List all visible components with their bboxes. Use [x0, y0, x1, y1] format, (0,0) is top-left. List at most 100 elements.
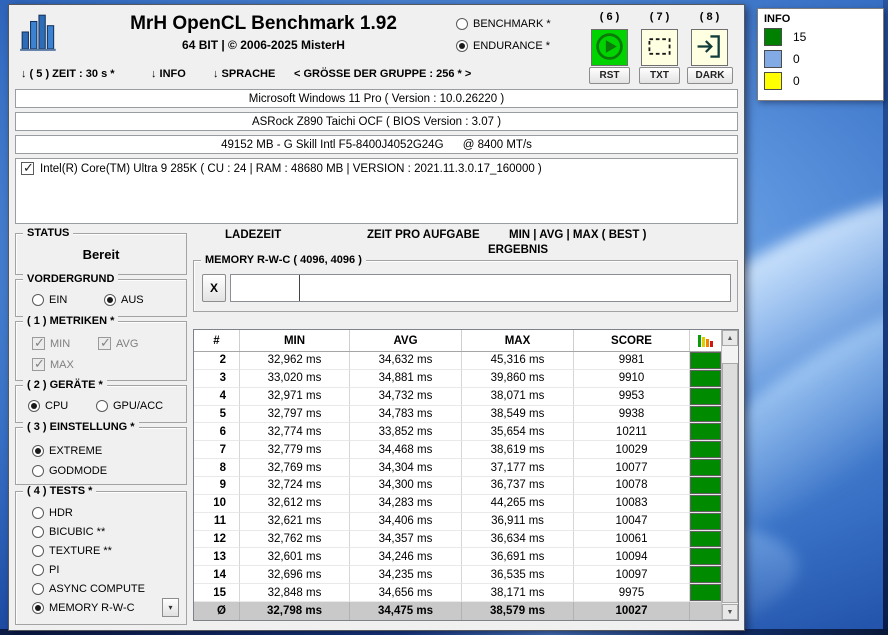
app-subtitle: 64 BIT | © 2006-2025 MisterH: [182, 38, 345, 52]
radio-icon: [456, 18, 468, 30]
extreme-radio[interactable]: EXTREME: [32, 445, 102, 457]
cell-rank: 10: [194, 494, 240, 513]
test-texture-radio[interactable]: TEXTURE **: [32, 545, 112, 557]
results-table: # MIN AVG MAX SCORE 2 32,962 ms 34,632 m…: [193, 329, 739, 621]
scroll-down-button[interactable]: ▼: [722, 604, 738, 620]
cell-status: [690, 584, 721, 603]
arrow-up-icon: ▲: [726, 334, 734, 342]
header-score[interactable]: SCORE: [574, 330, 690, 351]
vordergrund-aus-radio[interactable]: AUS: [104, 294, 144, 306]
cell-status: [690, 369, 721, 388]
cell-max: 36,535 ms: [462, 566, 574, 585]
header-avg[interactable]: AVG: [350, 330, 462, 351]
scroll-up-button[interactable]: ▲: [722, 330, 738, 346]
txt-export-button[interactable]: [641, 29, 678, 66]
header-rank[interactable]: #: [194, 330, 240, 351]
table-row[interactable]: 14 32,696 ms 34,235 ms 36,535 ms 10097: [194, 566, 721, 585]
header-max[interactable]: MAX: [462, 330, 574, 351]
einstellung-group-legend: ( 3 ) EINSTELLUNG *: [23, 421, 139, 434]
cell-max: 36,911 ms: [462, 512, 574, 531]
gpu-acc-radio[interactable]: GPU/ACC: [96, 400, 163, 412]
cell-max: 36,634 ms: [462, 530, 574, 549]
radio-icon: [32, 564, 44, 576]
cell-score: 9938: [574, 405, 690, 424]
cell-score: 9953: [574, 387, 690, 406]
info-counter: 0: [764, 50, 877, 68]
cell-status: [690, 459, 721, 478]
table-row[interactable]: 5 32,797 ms 34,783 ms 38,549 ms 9938: [194, 405, 721, 424]
cell-min: 32,769 ms: [240, 459, 350, 478]
vordergrund-ein-radio[interactable]: EIN: [32, 294, 67, 306]
cell-score: 9910: [574, 369, 690, 388]
aus-label: AUS: [121, 294, 144, 306]
status-cell-fill: [690, 494, 721, 512]
table-row[interactable]: 8 32,769 ms 34,304 ms 37,177 ms 10077: [194, 459, 721, 478]
table-row[interactable]: 4 32,971 ms 34,732 ms 38,071 ms 9953: [194, 387, 721, 406]
toolbar-info[interactable]: ↓ INFO: [151, 68, 186, 80]
table-row[interactable]: 6 32,774 ms 33,852 ms 35,654 ms 10211: [194, 423, 721, 442]
header-status[interactable]: [690, 330, 721, 351]
table-row[interactable]: 12 32,762 ms 34,357 ms 36,634 ms 10061: [194, 530, 721, 549]
dark-button[interactable]: DARK: [687, 67, 733, 84]
ergebnis-label: ERGEBNIS: [488, 244, 549, 256]
dark-mode-button[interactable]: [691, 29, 728, 66]
test-async-compute-radio[interactable]: ASYNC COMPUTE: [32, 583, 145, 595]
table-row[interactable]: 3 33,020 ms 34,881 ms 39,860 ms 9910: [194, 369, 721, 388]
cpu-radio[interactable]: CPU: [28, 400, 68, 412]
status-value: Bereit: [82, 247, 120, 262]
cell-avg: 33,852 ms: [350, 423, 462, 442]
cell-max: 38,171 ms: [462, 584, 574, 603]
header-min[interactable]: MIN: [240, 330, 350, 351]
cell-status: [690, 512, 721, 531]
vordergrund-group: VORDERGRUND EIN AUS: [15, 273, 187, 317]
cell-min: 32,601 ms: [240, 548, 350, 567]
table-row[interactable]: 7 32,779 ms 34,468 ms 38,619 ms 10029: [194, 441, 721, 460]
checkbox-icon: [32, 356, 45, 372]
cell-score: 10094: [574, 548, 690, 567]
memory-test-dropdown-button[interactable]: ▾: [162, 598, 179, 617]
results-scrollbar[interactable]: ▲ ▼: [721, 330, 738, 620]
test-memory-rwc-radio[interactable]: MEMORY R-W-C: [32, 602, 135, 614]
device-list-item[interactable]: Intel(R) Core(TM) Ultra 9 285K ( CU : 24…: [21, 160, 542, 176]
status-cell-fill: [690, 530, 721, 548]
test-hdr-radio[interactable]: HDR: [32, 507, 73, 519]
table-row[interactable]: 10 32,612 ms 34,283 ms 44,265 ms 10083: [194, 494, 721, 513]
cell-max: 38,549 ms: [462, 405, 574, 424]
table-row[interactable]: 11 32,621 ms 34,406 ms 36,911 ms 10047: [194, 512, 721, 531]
scroll-thumb[interactable]: [722, 363, 738, 603]
endurance-mode-radio[interactable]: ENDURANCE *: [456, 40, 550, 52]
txt-button[interactable]: TXT: [639, 67, 680, 84]
test-bicubic-radio[interactable]: BICUBIC **: [32, 526, 105, 538]
table-row[interactable]: 9 32,724 ms 34,300 ms 36,737 ms 10078: [194, 477, 721, 495]
cell-max: 36,737 ms: [462, 477, 574, 495]
radio-icon: [32, 602, 44, 614]
cell-avg: 34,300 ms: [350, 477, 462, 495]
toolbar-zeit[interactable]: ↓ ( 5 ) ZEIT : 30 s *: [21, 68, 115, 80]
test-label: MEMORY R-W-C: [49, 602, 135, 614]
radio-icon: [28, 400, 40, 412]
status-cell-fill: [690, 584, 721, 602]
table-row[interactable]: 2 32,962 ms 34,632 ms 45,316 ms 9981: [194, 352, 721, 370]
table-row[interactable]: 15 32,848 ms 34,656 ms 38,171 ms 9975: [194, 584, 721, 603]
cell-status: [690, 566, 721, 585]
cancel-button[interactable]: X: [202, 274, 226, 302]
test-label: PI: [49, 564, 60, 576]
toolbar-gruppengroesse[interactable]: < GRÖSSE DER GRUPPE : 256 * >: [294, 68, 471, 80]
status-cell-fill: [690, 512, 721, 530]
cell-score: 10083: [574, 494, 690, 513]
results-body: 2 32,962 ms 34,632 ms 45,316 ms 9981 3 3…: [194, 352, 721, 603]
benchmark-mode-radio[interactable]: BENCHMARK *: [456, 18, 551, 30]
footer-status: [690, 602, 721, 620]
min-label: MIN: [50, 337, 71, 350]
toolbar-sprache[interactable]: ↓ SPRACHE: [213, 68, 275, 80]
radio-icon: [456, 40, 468, 52]
rst-button[interactable]: RST: [589, 67, 630, 84]
cell-avg: 34,632 ms: [350, 352, 462, 370]
test-pi-radio[interactable]: PI: [32, 564, 59, 576]
table-row[interactable]: 13 32,601 ms 34,246 ms 36,691 ms 10094: [194, 548, 721, 567]
run-button[interactable]: [591, 29, 628, 66]
device-checkbox[interactable]: [21, 160, 34, 176]
godmode-radio[interactable]: GODMODE: [32, 465, 107, 477]
counter-swatch: [764, 72, 782, 90]
status-cell-fill: [690, 423, 721, 441]
